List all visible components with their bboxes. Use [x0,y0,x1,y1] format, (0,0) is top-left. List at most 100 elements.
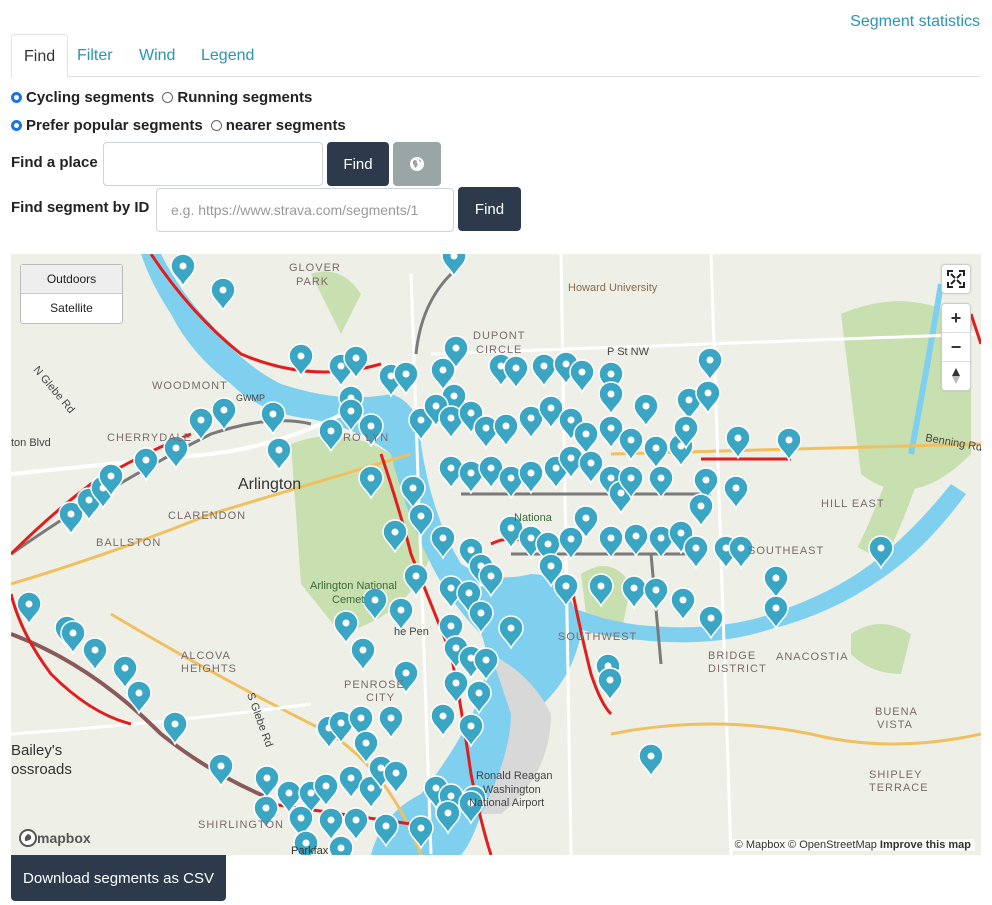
segment-marker-dot [297,352,305,360]
segment-marker[interactable] [82,637,108,672]
segment-marker[interactable] [430,703,456,738]
segment-marker-dot [347,407,355,415]
segment-marker[interactable] [350,637,376,672]
segment-statistics-link[interactable]: Segment statistics [850,13,980,31]
tab-bar: Find Filter Wind Legend [11,34,980,78]
segment-marker[interactable] [569,359,595,394]
segment-marker-dot [352,354,360,362]
compass-button[interactable] [942,362,970,390]
segment-marker[interactable] [697,347,723,382]
segment-marker-dot [452,644,460,652]
segment-marker-dot [704,389,712,397]
segment-marker[interactable] [378,705,404,740]
layer-outdoors[interactable]: Outdoors [21,265,122,294]
segment-marker-dot [342,619,350,627]
popular-label[interactable]: Prefer popular segments [26,117,203,134]
segment-marker[interactable] [623,523,649,558]
segment-marker[interactable] [343,807,369,842]
segment-marker[interactable] [643,435,669,470]
segment-marker[interactable] [597,667,623,702]
segment-marker-dot [567,535,575,543]
segment-marker[interactable] [266,437,292,472]
segment-marker[interactable] [318,807,344,842]
zoom-control: + − [941,303,971,391]
tab-find[interactable]: Find [11,34,69,78]
segment-marker[interactable] [493,413,519,448]
map-label-parkfax: Parkfax [291,845,329,855]
segment-marker-dot [630,584,638,592]
place-input[interactable] [103,142,323,186]
segment-marker-dot [487,464,495,472]
segment-marker-dot [772,574,780,582]
segment-marker[interactable] [333,610,359,645]
segment-marker-dot [262,804,270,812]
locate-button[interactable] [393,142,441,186]
map-label-anacostia: ANACOSTIA [776,651,849,663]
map-label-terrace: TERRACE [869,782,929,794]
cycling-label[interactable]: Cycling segments [26,89,154,106]
mapbox-logo[interactable]: mapbox [19,829,91,847]
segment-marker-dot [677,529,685,537]
segment-marker[interactable] [531,353,557,388]
cycling-radio[interactable] [11,92,22,103]
segment-marker[interactable] [598,381,624,416]
segment-marker[interactable] [518,460,544,495]
segment-marker[interactable] [618,427,644,462]
layer-satellite[interactable]: Satellite [21,294,122,322]
segment-marker[interactable] [638,743,664,778]
segment-marker-dot [275,446,283,454]
tab-legend[interactable]: Legend [189,34,266,76]
segment-marker[interactable] [210,277,236,312]
segment-marker[interactable] [338,765,364,800]
segment-marker[interactable] [670,587,696,622]
segment-marker-dot [322,782,330,790]
tab-wind[interactable]: Wind [127,34,187,76]
segment-marker-dot [632,532,640,540]
map-attribution: © Mapbox © OpenStreetMap Improve this ma… [730,839,975,851]
segment-marker-dot [217,762,225,770]
segment-marker[interactable] [643,577,669,612]
segment-marker-dot [487,572,495,580]
popular-radio[interactable] [11,120,22,131]
segment-marker[interactable] [503,355,529,390]
segment-marker[interactable] [633,393,659,428]
zoom-out-button[interactable]: − [942,333,970,362]
segment-marker[interactable] [260,401,286,436]
attrib-osm[interactable]: © OpenStreetMap [788,839,877,851]
map[interactable]: Arlington GLOVER PARK Howard University … [11,254,981,855]
segment-marker[interactable] [211,397,237,432]
nearer-radio[interactable] [210,120,222,131]
tab-filter[interactable]: Filter [65,34,125,76]
segment-marker[interactable] [60,620,86,655]
nearer-label[interactable]: nearer segments [226,117,346,134]
segment-id-input[interactable]: e.g. https://www.strava.com/segments/1 [156,188,454,232]
segment-marker[interactable] [723,475,749,510]
zoom-in-button[interactable]: + [942,304,970,333]
find-place-button[interactable]: Find [327,142,389,186]
running-radio[interactable] [162,92,174,103]
fullscreen-button[interactable] [942,265,970,293]
segment-marker-dot [617,489,625,497]
segment-marker[interactable] [683,535,709,570]
segment-marker-dot [179,262,187,270]
running-label[interactable]: Running segments [177,89,312,106]
segment-marker-dot [382,822,390,830]
segment-marker[interactable] [133,447,159,482]
segment-marker[interactable] [763,565,789,600]
map-label-arlington: Arlington [238,476,302,493]
segment-marker-dot [657,534,665,542]
segment-marker-dot [562,360,570,368]
segment-marker[interactable] [688,493,714,528]
segment-marker[interactable] [776,427,802,462]
map-label-glover: GLOVER [289,262,341,274]
segment-marker-dot [91,646,99,654]
segment-marker[interactable] [725,425,751,460]
segment-marker[interactable] [443,670,469,705]
download-csv-button[interactable]: Download segments as CSV [11,855,226,901]
segment-marker-dot [679,596,687,604]
segment-marker[interactable] [478,455,504,490]
attrib-mapbox[interactable]: © Mapbox [735,839,785,851]
attrib-improve[interactable]: Improve this map [880,839,971,851]
find-segment-button[interactable]: Find [458,187,521,231]
segment-marker-dot [391,528,399,536]
